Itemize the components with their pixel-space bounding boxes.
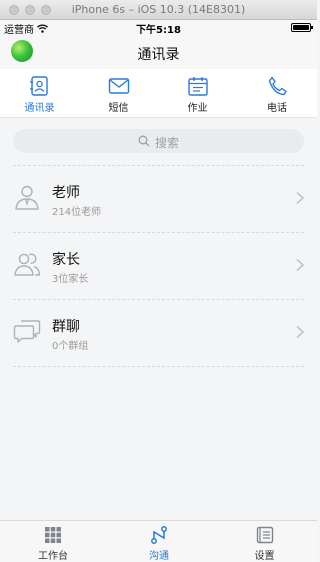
list-item-subtitle: 0个群组 [52, 341, 89, 352]
tab-label: 电话 [267, 103, 287, 114]
chevron-right-icon [296, 191, 305, 205]
tab-label: 设置 [254, 551, 275, 562]
chevron-right-icon [296, 258, 305, 272]
tab-messages[interactable]: 短信 [79, 69, 158, 117]
settings-icon [256, 526, 273, 544]
simulator-title: iPhone 6s – iOS 10.3 (14E8301) [71, 3, 246, 16]
tab-phone[interactable]: 电话 [237, 69, 317, 117]
tab-label: 通讯录 [24, 103, 55, 114]
list-item-title: 家长 [52, 252, 80, 268]
battery-icon [291, 23, 313, 32]
tab-communicate[interactable]: 沟通 [106, 521, 212, 562]
connect-icon [151, 526, 167, 544]
calendar-icon [187, 77, 208, 96]
search-placeholder: 搜索 [155, 136, 180, 150]
tab-contacts[interactable]: 通讯录 [0, 69, 79, 117]
tab-label: 工作台 [38, 551, 68, 562]
list-item-parents[interactable]: 家长 3位家长 [0, 232, 317, 299]
list-item-title: 群聊 [52, 319, 80, 335]
grid-icon [45, 527, 61, 543]
search-icon [138, 135, 150, 147]
mail-icon [108, 78, 129, 94]
status-bar: 运营商 下午5:18 [0, 20, 317, 36]
tab-settings[interactable]: 设置 [212, 521, 317, 562]
status-time: 下午5:18 [136, 25, 181, 36]
tab-label: 短信 [108, 103, 129, 114]
divider [13, 366, 304, 367]
tab-label: 作业 [187, 103, 208, 114]
tab-workbench[interactable]: 工作台 [0, 521, 106, 562]
tab-label: 沟通 [149, 551, 169, 562]
search-section: 搜索 [0, 117, 317, 165]
chevron-right-icon [296, 325, 305, 339]
tab-homework[interactable]: 作业 [158, 69, 237, 117]
list-item-subtitle: 3位家长 [52, 274, 89, 285]
group-chat-icon [13, 320, 41, 343]
navigation-bar: 通讯录 [0, 35, 317, 69]
contacts-icon [29, 76, 48, 96]
bottom-tab-bar: 工作台 沟通 设置 [0, 520, 317, 562]
parents-icon [14, 253, 41, 276]
list-item-title: 老师 [52, 185, 80, 201]
simulator-title-bar: iPhone 6s – iOS 10.3 (14E8301) [0, 0, 317, 20]
list-item-group-chat[interactable]: 群聊 0个群组 [0, 299, 317, 366]
search-input[interactable]: 搜索 [13, 129, 304, 153]
list-item-subtitle: 214位老师 [52, 207, 102, 218]
phone-icon [268, 76, 287, 96]
top-tab-bar: 通讯录 短信 作业 电话 [0, 69, 317, 118]
page-title: 通讯录 [137, 47, 180, 63]
teacher-icon [15, 185, 39, 210]
list-item-teachers[interactable]: 老师 214位老师 [0, 165, 317, 232]
